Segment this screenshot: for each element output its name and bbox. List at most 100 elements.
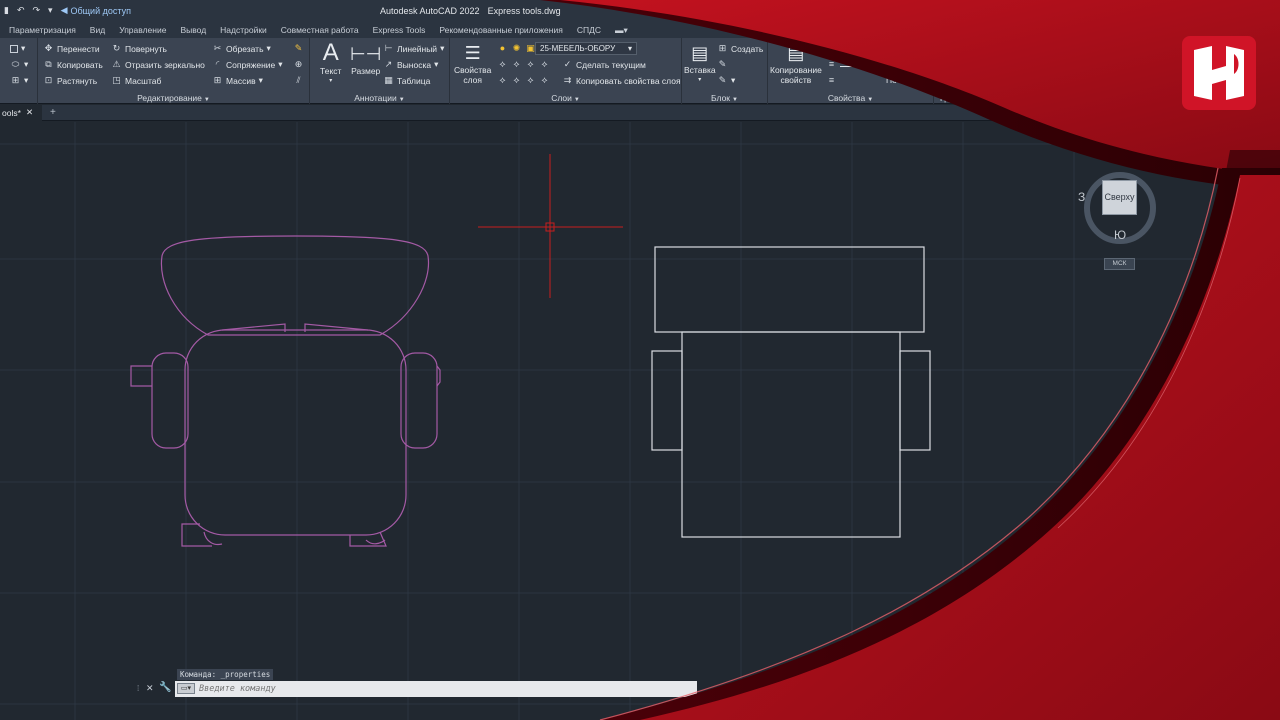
share-button[interactable]: ◀ Общий доступ [61, 5, 131, 16]
open-icon[interactable]: ▮ [4, 5, 9, 16]
qat-dropdown-icon[interactable]: ▾ [48, 5, 53, 16]
edit-block-button[interactable]: ✎ [717, 59, 728, 70]
stretch-icon: ⊡ [44, 75, 53, 85]
rectangle-icon[interactable]: ▾ [10, 43, 25, 54]
ribbon-tabs: Параметризация Вид Управление Вывод Надс… [0, 22, 1280, 38]
match-layer-icon: ⇉ [563, 75, 572, 85]
layer-tool-icon: ⟡ [499, 75, 506, 85]
viewcube[interactable]: Сверху З Ю МСК [1078, 166, 1162, 276]
tab-extra[interactable]: ▬▾ [608, 22, 635, 38]
tab-parametric[interactable]: Параметризация [2, 22, 83, 38]
hatch-icon[interactable]: ⬭ ▾ [10, 59, 29, 70]
mirror-button[interactable]: ⚠ Отразить зеркально [111, 59, 204, 70]
armchair-backrest [160, 235, 430, 336]
region-icon[interactable]: ⊞ ▾ [10, 75, 29, 86]
panel-modify-title[interactable]: Редактирование ▼ [38, 93, 309, 103]
ucs-menu-button[interactable]: МСК [1104, 258, 1135, 270]
layer-tools-row1[interactable]: ⟡ ⟡ ⟡ ⟡ [497, 59, 550, 70]
text-button[interactable]: A Текст ▾ [320, 40, 341, 86]
block-attrib-button[interactable]: ✎ ▾ [717, 75, 736, 86]
command-line: ⁞ ✕ 🔧 ▭▾ [137, 681, 697, 697]
new-tab-icon[interactable]: + [50, 107, 56, 118]
dimension-button[interactable]: ⊢⊣ Размер [350, 42, 381, 76]
tab-output[interactable]: Вывод [173, 22, 213, 38]
command-input[interactable] [199, 683, 679, 695]
trim-button[interactable]: ✂ Обрезать ▾ [212, 43, 271, 54]
edit-block-icon: ✎ [718, 59, 727, 69]
erase-icon: ✎ [294, 43, 303, 53]
wrench-icon[interactable]: 🔧 [159, 682, 171, 693]
fillet-button[interactable]: ◜ Сопряжение ▾ [212, 59, 283, 70]
explode-button[interactable]: ⊕ [293, 59, 304, 70]
insert-button[interactable]: ▤ Вставка ▾ [684, 41, 716, 85]
panel-annotation-title[interactable]: Аннотации ▼ [310, 93, 449, 103]
offset-button[interactable]: ⫽ [293, 75, 304, 86]
panel-groups-title[interactable]: Груп [934, 93, 994, 103]
leader-button[interactable]: ↗ Выноска ▾ [383, 59, 439, 70]
move-button[interactable]: ✥ Перенести [43, 43, 100, 54]
armchair-block-magenta[interactable] [130, 235, 441, 547]
layer-dropdown[interactable]: 25-МЕБЕЛЬ-ОБОРУ ▾ [535, 42, 637, 55]
quick-access-toolbar: ▮ ↶ ↷ ▾ ◀ Общий доступ [4, 5, 131, 16]
panel-block-title[interactable]: Блок ▼ [682, 93, 767, 103]
linear-dim-icon: ⊢ [384, 43, 393, 53]
undo-icon[interactable]: ↶ [17, 5, 25, 16]
command-prompt-icon[interactable]: ▭▾ [177, 683, 195, 694]
make-current-button[interactable]: ✓ Сделать текущим [562, 59, 646, 70]
fillet-icon: ◜ [215, 59, 220, 69]
bylayer-label[interactable]: ПоСл... [886, 75, 915, 85]
tab-express-tools[interactable]: Express Tools [366, 22, 433, 38]
panel-modify: ✥ Перенести ↻ Повернуть ✂ Обрезать ▾ ✎ ⧉ Копи… [38, 38, 310, 104]
armchair-front-right-foot [349, 531, 387, 547]
offset-icon: ⫽ [296, 75, 301, 85]
armchair-front-right-caster [365, 539, 386, 545]
command-input-wrap: ▭▾ [175, 681, 697, 697]
redo-icon[interactable]: ↷ [33, 5, 41, 16]
tab-featured-apps[interactable]: Рекомендованные приложения [432, 22, 569, 38]
match-properties-button[interactable]: ▤ Копирование свойств [770, 41, 822, 85]
copy-icon: ⧉ [45, 59, 52, 69]
file-tab-active[interactable]: ools* ✕ [0, 105, 42, 121]
armchair-block-white[interactable] [651, 246, 931, 538]
rotate-button[interactable]: ↻ Повернуть [111, 43, 167, 54]
lineweight-icon[interactable]: ≡ [826, 59, 837, 70]
copy-button[interactable]: ⧉ Копировать [43, 59, 103, 70]
tab-view[interactable]: Вид [83, 22, 112, 38]
panel-layers-title[interactable]: Слои ▼ [450, 93, 681, 103]
table-button[interactable]: ▦ Таблица [383, 75, 430, 86]
layer-tool-icon: ⟡ [499, 59, 506, 69]
mirror-icon: ⚠ [112, 59, 121, 69]
layer-tool-icon: ⟡ [541, 75, 548, 85]
layer-properties-button[interactable]: ☰ Свойства слоя [454, 41, 491, 85]
linear-dim-button[interactable]: ⊢ Линейный ▾ [383, 43, 445, 54]
tab-collaborate[interactable]: Совместная работа [274, 22, 366, 38]
autocad-window: ▮ ↶ ↷ ▾ ◀ Общий доступ Autodesk AutoCAD … [0, 0, 1280, 720]
close-icon[interactable]: ✕ [146, 683, 154, 694]
tab-spds[interactable]: СПДС [570, 22, 608, 38]
match-properties-icon: ▤ [787, 43, 805, 63]
viewcube-south-label[interactable]: Ю [1114, 228, 1126, 242]
linetype-icon[interactable]: ≡ [826, 75, 837, 86]
array-icon: ⊞ [213, 75, 222, 85]
stretch-button[interactable]: ⊡ Растянуть [43, 75, 97, 86]
drag-handle-icon[interactable]: ⁞ [137, 684, 139, 693]
tab-manage[interactable]: Управление [112, 22, 173, 38]
viewcube-top-face[interactable]: Сверху [1102, 180, 1137, 215]
scale-button[interactable]: ◳ Масштаб [111, 75, 161, 86]
layer-tool-icon: ⟡ [527, 75, 534, 85]
panel-properties-title[interactable]: Свойства ▼ [768, 93, 933, 103]
layer-tools-row2[interactable]: ⟡ ⟡ ⟡ ⟡ [497, 75, 550, 86]
panel-block: ▤ Вставка ▾ ⊞ Создать ✎ ✎ ▾ Блок ▼ [682, 38, 768, 104]
tab-addins[interactable]: Надстройки [213, 22, 274, 38]
armchair-left-knob [130, 365, 152, 387]
match-layer-button[interactable]: ⇉ Копировать свойства слоя [562, 75, 681, 86]
panel-annotation: A Текст ▾ ⊢⊣ Размер ⊢ Линейный ▾ ↗ Выноска ▾… [310, 38, 450, 104]
panel-groups: Груп [934, 38, 994, 104]
viewcube-west-label[interactable]: З [1078, 190, 1085, 204]
ribbon: ▾ ⬭ ▾ ⊞ ▾ ✥ Перенести ↻ Повернуть ✂ Обрезать ▾… [0, 38, 1280, 104]
create-block-button[interactable]: ⊞ Создать [717, 43, 764, 54]
insert-icon: ▤ [691, 43, 709, 63]
erase-button[interactable]: ✎ [293, 43, 304, 54]
close-tab-icon[interactable]: ✕ [26, 107, 33, 118]
array-button[interactable]: ⊞ Массив ▾ [212, 75, 263, 86]
